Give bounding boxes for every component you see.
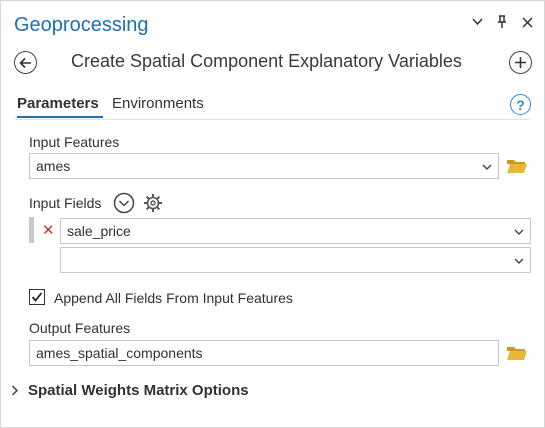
tab-parameters[interactable]: Parameters: [17, 95, 99, 112]
tool-title: Create Spatial Component Explanatory Var…: [71, 51, 462, 71]
chevron-down-icon: [514, 258, 524, 264]
active-tab-indicator: [17, 116, 103, 118]
tab-environments[interactable]: Environments: [112, 95, 204, 112]
input-field-dropdown-2[interactable]: [60, 247, 531, 273]
delete-row-icon[interactable]: ✕: [42, 221, 55, 239]
input-field-dropdown-1[interactable]: sale_price: [60, 218, 531, 244]
plus-icon: [515, 57, 526, 68]
spatial-weights-section-label: Spatial Weights Matrix Options: [28, 382, 249, 399]
output-features-value: ames_spatial_components: [36, 345, 203, 361]
folder-icon[interactable]: [506, 157, 528, 175]
chevron-down-icon: [482, 164, 492, 170]
chevron-down-icon: [514, 229, 524, 235]
input-fields-label: Input Fields: [29, 195, 102, 211]
spatial-weights-section-header[interactable]: Spatial Weights Matrix Options: [11, 382, 249, 399]
chevron-down-icon[interactable]: [470, 15, 484, 29]
append-all-checkbox[interactable]: [29, 289, 45, 305]
input-features-dropdown[interactable]: ames: [29, 153, 499, 179]
list-row-handle[interactable]: [29, 217, 34, 243]
chevron-right-icon: [11, 385, 19, 396]
close-icon[interactable]: [520, 15, 534, 29]
tab-divider: [15, 119, 530, 120]
input-field-value-1: sale_price: [67, 223, 131, 239]
append-all-label: Append All Fields From Input Features: [54, 290, 293, 306]
window-controls: [470, 15, 534, 29]
arrow-left-icon: [19, 57, 31, 68]
pin-icon[interactable]: [495, 15, 509, 29]
input-features-label: Input Features: [29, 134, 120, 150]
checkmark-icon: [31, 292, 43, 302]
output-features-input[interactable]: ames_spatial_components: [29, 340, 499, 366]
output-features-label: Output Features: [29, 320, 131, 336]
geoprocessing-pane: Geoprocessing Create Spatial Component E…: [0, 0, 545, 428]
gear-icon[interactable]: [143, 193, 163, 213]
back-button[interactable]: [14, 51, 37, 74]
add-button[interactable]: [509, 51, 532, 74]
pane-title: Geoprocessing: [14, 14, 149, 36]
chevron-circle-down-icon[interactable]: [113, 192, 135, 214]
folder-icon[interactable]: [506, 344, 528, 362]
input-features-value: ames: [36, 158, 71, 174]
help-icon[interactable]: ?: [510, 94, 531, 115]
